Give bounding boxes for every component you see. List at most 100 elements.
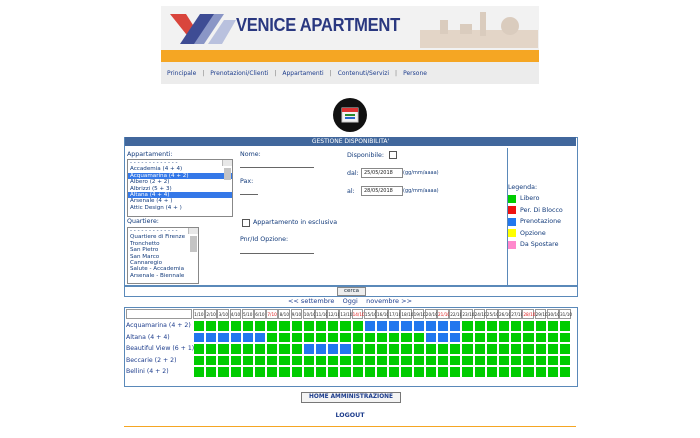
availability-cell[interactable]	[535, 321, 546, 331]
availability-cell[interactable]	[438, 344, 449, 354]
availability-cell[interactable]	[279, 367, 290, 377]
availability-cell[interactable]	[291, 321, 302, 331]
availability-cell[interactable]	[511, 321, 522, 331]
availability-cell[interactable]	[230, 344, 241, 354]
availability-cell[interactable]	[547, 344, 558, 354]
availability-cell[interactable]	[499, 344, 510, 354]
availability-cell[interactable]	[340, 321, 351, 331]
availability-cell[interactable]	[267, 321, 278, 331]
availability-cell[interactable]	[255, 367, 266, 377]
availability-cell[interactable]	[535, 355, 546, 366]
availability-cell[interactable]	[267, 367, 278, 377]
availability-cell[interactable]	[303, 344, 314, 354]
availability-cell[interactable]	[340, 344, 351, 354]
availability-cell[interactable]	[389, 332, 400, 343]
availability-cell[interactable]	[218, 355, 229, 366]
availability-cell[interactable]	[438, 355, 449, 366]
availability-cell[interactable]	[450, 321, 461, 331]
availability-cell[interactable]	[255, 332, 266, 343]
availability-cell[interactable]	[242, 344, 253, 354]
availability-cell[interactable]	[425, 332, 436, 343]
grid-row-label[interactable]: Altana (4 + 4)	[126, 334, 170, 341]
availability-cell[interactable]	[474, 355, 485, 366]
availability-cell[interactable]	[535, 344, 546, 354]
availability-cell[interactable]	[291, 355, 302, 366]
grid-row-label[interactable]: Bellini (4 + 2)	[126, 368, 169, 375]
availability-cell[interactable]	[499, 332, 510, 343]
availability-cell[interactable]	[352, 332, 363, 343]
availability-cell[interactable]	[352, 367, 363, 377]
availability-cell[interactable]	[486, 355, 497, 366]
availability-cell[interactable]	[364, 344, 375, 354]
availability-cell[interactable]	[230, 321, 241, 331]
availability-cell[interactable]	[206, 355, 217, 366]
availability-cell[interactable]	[352, 344, 363, 354]
availability-cell[interactable]	[279, 355, 290, 366]
availability-cell[interactable]	[560, 355, 571, 366]
availability-cell[interactable]	[547, 332, 558, 343]
availability-cell[interactable]	[267, 332, 278, 343]
availability-cell[interactable]	[194, 321, 205, 331]
availability-cell[interactable]	[303, 367, 314, 377]
availability-cell[interactable]	[206, 332, 217, 343]
availability-cell[interactable]	[291, 367, 302, 377]
availability-cell[interactable]	[352, 355, 363, 366]
availability-cell[interactable]	[450, 355, 461, 366]
availability-cell[interactable]	[377, 367, 388, 377]
availability-cell[interactable]	[230, 367, 241, 377]
availability-cell[interactable]	[425, 367, 436, 377]
availability-cell[interactable]	[499, 367, 510, 377]
availability-cell[interactable]	[523, 344, 534, 354]
availability-cell[interactable]	[401, 344, 412, 354]
availability-cell[interactable]	[303, 355, 314, 366]
availability-cell[interactable]	[511, 355, 522, 366]
availability-cell[interactable]	[511, 344, 522, 354]
availability-cell[interactable]	[242, 355, 253, 366]
availability-cell[interactable]	[218, 367, 229, 377]
availability-cell[interactable]	[218, 332, 229, 343]
availability-cell[interactable]	[194, 355, 205, 366]
availability-cell[interactable]	[303, 321, 314, 331]
availability-cell[interactable]	[413, 321, 424, 331]
availability-cell[interactable]	[194, 344, 205, 354]
availability-cell[interactable]	[401, 332, 412, 343]
availability-cell[interactable]	[560, 344, 571, 354]
availability-cell[interactable]	[352, 321, 363, 331]
grid-row-label[interactable]: Acquamarina (4 + 2)	[126, 322, 191, 329]
availability-cell[interactable]	[206, 344, 217, 354]
availability-cell[interactable]	[438, 367, 449, 377]
availability-cell[interactable]	[291, 344, 302, 354]
availability-cell[interactable]	[377, 321, 388, 331]
availability-cell[interactable]	[194, 367, 205, 377]
availability-cell[interactable]	[242, 321, 253, 331]
availability-cell[interactable]	[535, 332, 546, 343]
availability-cell[interactable]	[486, 344, 497, 354]
availability-cell[interactable]	[486, 332, 497, 343]
availability-cell[interactable]	[206, 367, 217, 377]
availability-cell[interactable]	[462, 344, 473, 354]
availability-cell[interactable]	[425, 344, 436, 354]
availability-cell[interactable]	[474, 344, 485, 354]
availability-cell[interactable]	[474, 321, 485, 331]
availability-cell[interactable]	[242, 367, 253, 377]
availability-cell[interactable]	[377, 332, 388, 343]
availability-cell[interactable]	[523, 355, 534, 366]
logout-link[interactable]: LOGOUT	[330, 412, 370, 419]
availability-cell[interactable]	[462, 332, 473, 343]
availability-cell[interactable]	[425, 321, 436, 331]
availability-cell[interactable]	[511, 332, 522, 343]
availability-cell[interactable]	[413, 367, 424, 377]
availability-cell[interactable]	[230, 332, 241, 343]
availability-cell[interactable]	[340, 355, 351, 366]
availability-cell[interactable]	[389, 367, 400, 377]
availability-cell[interactable]	[230, 355, 241, 366]
availability-cell[interactable]	[267, 344, 278, 354]
availability-cell[interactable]	[486, 321, 497, 331]
availability-cell[interactable]	[413, 332, 424, 343]
availability-cell[interactable]	[316, 355, 327, 366]
availability-cell[interactable]	[316, 367, 327, 377]
availability-cell[interactable]	[401, 321, 412, 331]
availability-cell[interactable]	[450, 367, 461, 377]
availability-cell[interactable]	[450, 344, 461, 354]
availability-cell[interactable]	[401, 367, 412, 377]
